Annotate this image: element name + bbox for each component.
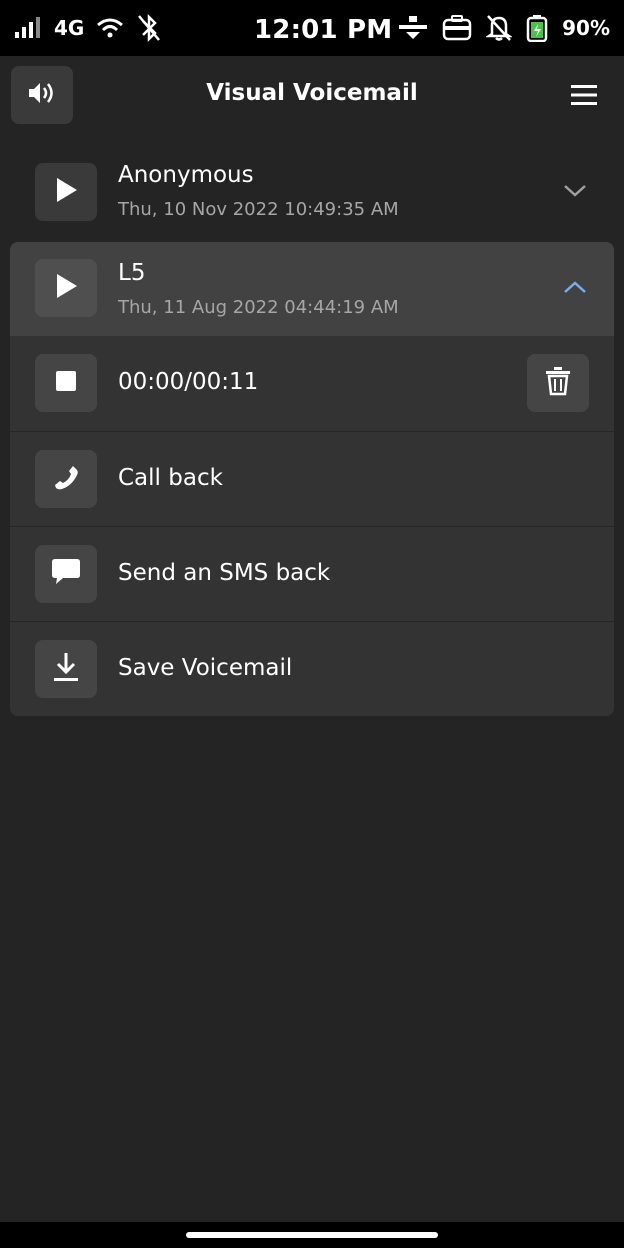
header-bar: Visual Voicemail: [0, 56, 624, 136]
menu-icon: [570, 83, 598, 111]
vpn-icon: [398, 15, 428, 41]
wifi-icon: [96, 17, 124, 39]
call-back-label: Call back: [118, 465, 223, 491]
status-time: 12:01 PM: [254, 15, 393, 45]
sms-back-row[interactable]: Send an SMS back: [10, 526, 614, 622]
status-right: 90%: [398, 0, 610, 56]
voicemail-caller: Anonymous: [118, 162, 254, 188]
status-bar: 4G 12:01 PM 90%: [0, 0, 624, 56]
playback-progress: 00:00/00:11: [118, 369, 259, 395]
sms-back-button[interactable]: [35, 545, 97, 603]
battery-icon: [526, 14, 548, 42]
battery-level: 90%: [562, 16, 610, 40]
gesture-bar: [0, 1222, 624, 1248]
chevron-down-icon: [563, 183, 587, 202]
voicemail-caller: L5: [118, 260, 146, 286]
notifications-off-icon: [486, 14, 513, 42]
home-indicator[interactable]: [186, 1232, 438, 1238]
player-row: 00:00/00:11: [10, 336, 614, 431]
stop-icon: [55, 370, 77, 396]
delete-button[interactable]: [527, 354, 589, 412]
voicemail-row[interactable]: Anonymous Thu, 10 Nov 2022 10:49:35 AM: [10, 142, 614, 237]
bluetooth-off-icon: [136, 13, 162, 43]
message-icon: [51, 558, 81, 590]
work-profile-icon: [442, 15, 472, 41]
play-icon: [54, 177, 78, 207]
network-type: 4G: [54, 16, 85, 40]
play-button[interactable]: [35, 163, 97, 221]
chevron-up-icon: [563, 279, 587, 298]
page-title: Visual Voicemail: [206, 80, 418, 106]
voicemail-row-expanded[interactable]: L5 Thu, 11 Aug 2022 04:44:19 AM: [10, 242, 614, 336]
play-button[interactable]: [35, 259, 97, 317]
phone-icon: [53, 464, 79, 494]
status-left: 4G: [14, 0, 162, 56]
signal-icon: [14, 17, 42, 39]
save-voicemail-label: Save Voicemail: [118, 655, 293, 681]
play-icon: [54, 273, 78, 303]
expand-button[interactable]: [560, 180, 590, 204]
stop-button[interactable]: [35, 354, 97, 412]
save-voicemail-button[interactable]: [35, 640, 97, 698]
voicemail-actions-panel: 00:00/00:11 Call back Send an SMS back S…: [10, 336, 614, 716]
voicemail-date: Thu, 10 Nov 2022 10:49:35 AM: [118, 199, 399, 220]
collapse-button[interactable]: [560, 276, 590, 300]
voicemail-date: Thu, 11 Aug 2022 04:44:19 AM: [118, 297, 399, 318]
download-icon: [53, 652, 79, 686]
sms-back-label: Send an SMS back: [118, 560, 331, 586]
screen: 4G 12:01 PM 90% Visual Voicemail Anonymo…: [0, 0, 624, 1248]
menu-button[interactable]: [560, 78, 608, 116]
call-back-button[interactable]: [35, 450, 97, 508]
call-back-row[interactable]: Call back: [10, 431, 614, 527]
trash-icon: [545, 366, 571, 400]
save-voicemail-row[interactable]: Save Voicemail: [10, 621, 614, 717]
